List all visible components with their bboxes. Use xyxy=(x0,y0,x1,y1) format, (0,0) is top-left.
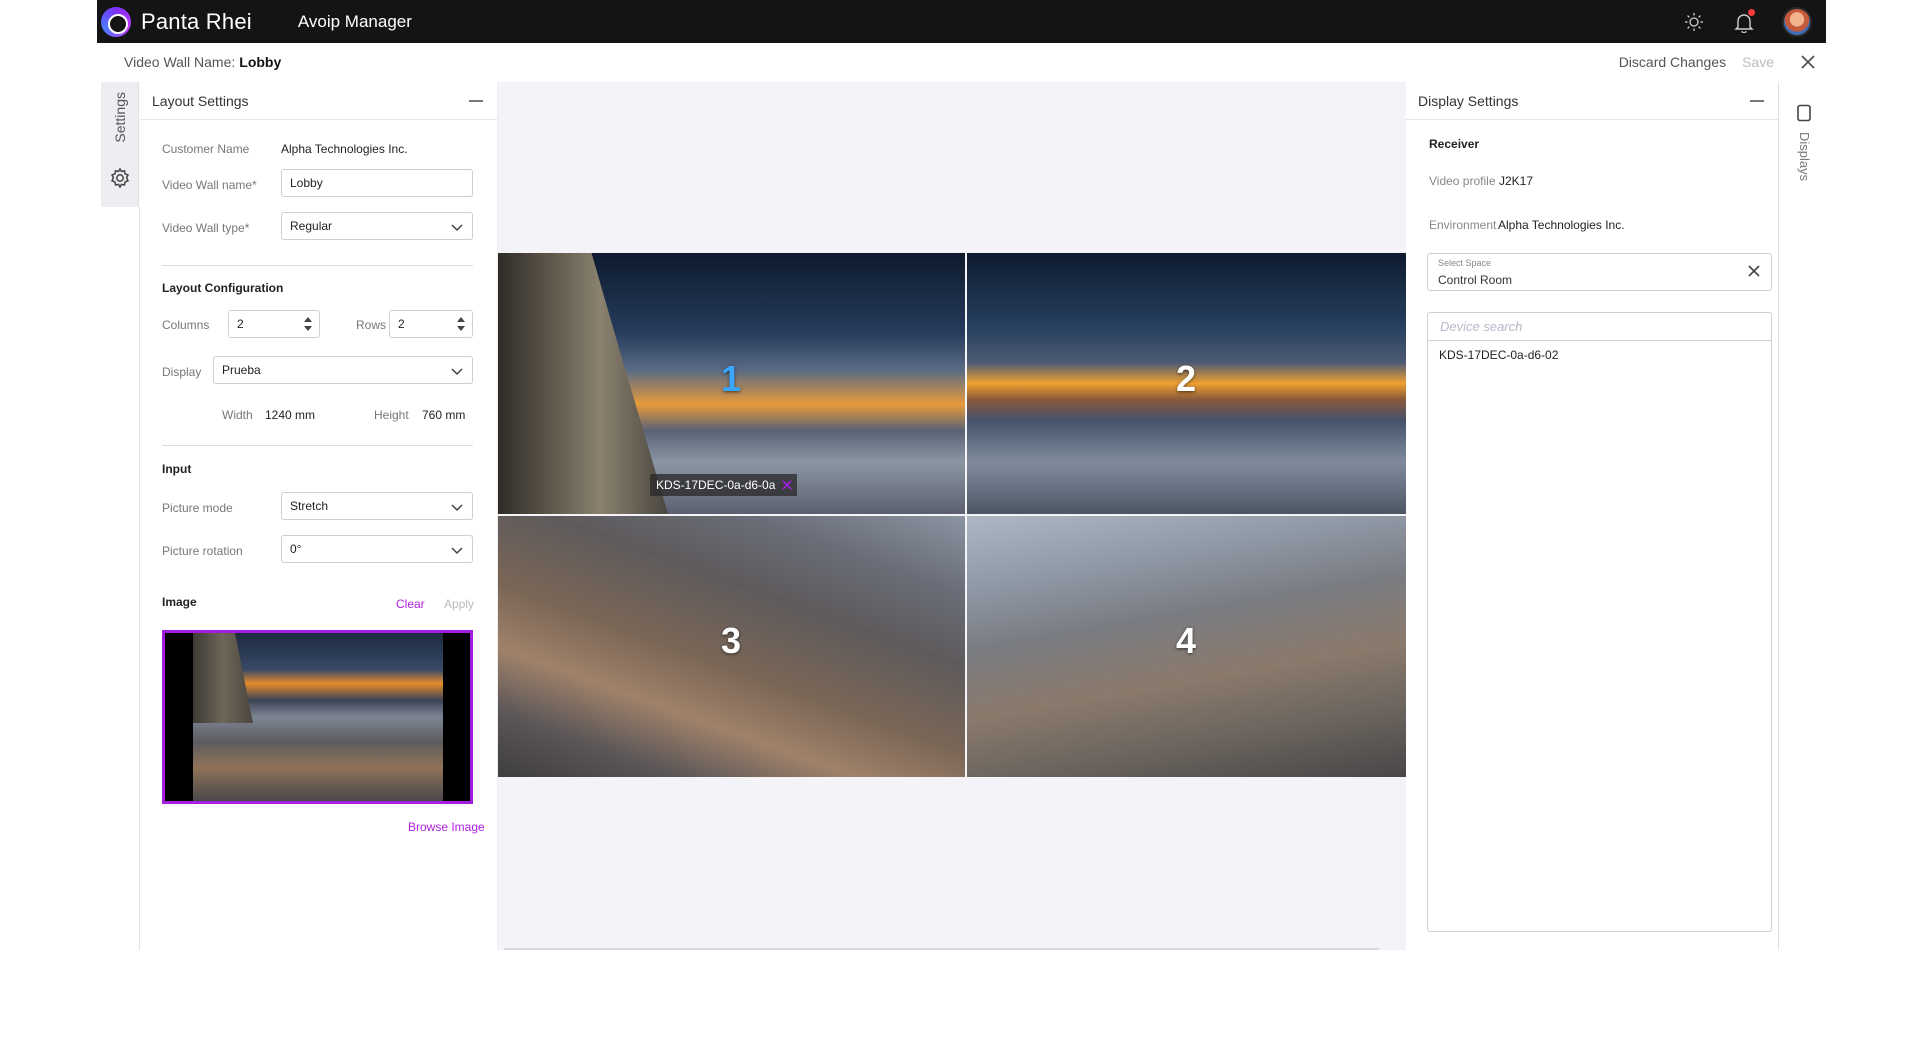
layout-settings-title: Layout Settings xyxy=(152,92,249,109)
select-space-value: Control Room xyxy=(1438,273,1513,287)
settings-tab[interactable]: Settings xyxy=(101,82,139,207)
height-value: 760 mm xyxy=(422,408,466,422)
video-wall-type-value: Regular xyxy=(290,219,333,233)
tile-number-1: 1 xyxy=(721,358,742,399)
chevron-down-icon xyxy=(451,501,463,515)
layout-settings-panel: Layout Settings Customer Name Alpha Tech… xyxy=(140,82,498,950)
divider xyxy=(162,265,473,266)
video-wall-name-input[interactable]: Lobby xyxy=(281,169,473,197)
cliff-shape xyxy=(498,253,668,514)
video-wall-grid: 1 KDS-17DEC-0a-d6-0a 2 3 4 xyxy=(498,253,1406,777)
display-select[interactable]: Prueba xyxy=(213,356,473,384)
chevron-down-icon xyxy=(451,365,463,379)
bell-icon[interactable] xyxy=(1732,8,1756,34)
display-label: Display xyxy=(162,365,202,379)
chevron-down-icon xyxy=(451,544,463,558)
display-settings-header: Display Settings xyxy=(1406,82,1778,120)
tile-number-2: 2 xyxy=(1176,358,1197,399)
displays-tab[interactable]: Displays xyxy=(1780,82,1826,192)
height-label: Height xyxy=(374,408,409,422)
tile-number-4: 4 xyxy=(1176,620,1197,661)
apply-image-button[interactable]: Apply xyxy=(444,597,474,611)
displays-tab-label: Displays xyxy=(1797,132,1812,182)
app-name: Avoip Manager xyxy=(297,11,412,31)
display-value: Prueba xyxy=(222,363,261,377)
video-wall-type-select[interactable]: Regular xyxy=(281,212,473,240)
panta-rhei-logo xyxy=(101,6,131,37)
device-list-box: Device search KDS-17DEC-0a-d6-02 xyxy=(1427,312,1772,932)
clear-image-button[interactable]: Clear xyxy=(396,597,425,611)
environment-label: Environment xyxy=(1429,218,1497,232)
canvas-scrollbar[interactable] xyxy=(504,948,1379,950)
select-space-label: Select Space xyxy=(1438,258,1492,268)
video-profile-value: J2K17 xyxy=(1499,174,1534,188)
rows-label: Rows xyxy=(356,318,387,332)
width-value: 1240 mm xyxy=(265,408,316,422)
video-wall-name-label: Video Wall Name: xyxy=(124,54,236,70)
video-wall-canvas: 1 KDS-17DEC-0a-d6-0a 2 3 4 xyxy=(498,82,1406,950)
divider xyxy=(162,445,473,446)
picture-mode-label: Picture mode xyxy=(162,501,233,515)
brand-name: Panta Rhei xyxy=(141,8,252,34)
settings-tab-label: Settings xyxy=(112,92,128,143)
customer-name-value: Alpha Technologies Inc. xyxy=(281,142,408,156)
device-search-placeholder: Device search xyxy=(1440,319,1523,334)
sun-icon[interactable] xyxy=(1682,10,1706,34)
image-preview xyxy=(162,630,473,804)
customer-name-label: Customer Name xyxy=(162,142,250,156)
video-wall-name-label: Video Wall name* xyxy=(162,178,257,192)
tile-number-3: 3 xyxy=(721,620,742,661)
environment-value: Alpha Technologies Inc. xyxy=(1498,218,1625,232)
receiver-heading: Receiver xyxy=(1429,137,1480,151)
picture-mode-select[interactable]: Stretch xyxy=(281,492,473,520)
top-bar: Panta Rhei Avoip Manager xyxy=(97,0,1826,43)
picture-rotation-label: Picture rotation xyxy=(162,544,243,558)
display-tile-3[interactable]: 3 xyxy=(498,516,965,777)
remove-device-icon[interactable] xyxy=(781,479,793,491)
avatar[interactable] xyxy=(1782,6,1812,37)
gear-icon xyxy=(109,167,131,194)
rows-stepper[interactable]: 2 xyxy=(389,310,473,338)
notification-dot xyxy=(1748,8,1755,16)
rows-value: 2 xyxy=(398,317,405,331)
picture-rotation-select[interactable]: 0° xyxy=(281,535,473,563)
stepper-arrows-icon[interactable] xyxy=(303,315,313,333)
video-profile-label: Video profile xyxy=(1429,174,1496,188)
display-tile-4[interactable]: 4 xyxy=(967,516,1406,777)
display-tile-2[interactable]: 2 xyxy=(967,253,1406,514)
close-icon[interactable] xyxy=(1800,54,1816,70)
chevron-down-icon xyxy=(451,221,463,235)
picture-rotation-value: 0° xyxy=(290,542,302,556)
display-settings-panel: Display Settings Receiver Video profile … xyxy=(1406,82,1779,950)
video-wall-type-label: Video Wall type* xyxy=(162,221,250,235)
collapse-button[interactable] xyxy=(1750,94,1764,108)
picture-mode-value: Stretch xyxy=(290,499,329,513)
width-label: Width xyxy=(222,408,253,422)
columns-value: 2 xyxy=(237,317,244,331)
display-icon xyxy=(1796,104,1812,127)
device-chip-label: KDS-17DEC-0a-d6-0a xyxy=(656,478,776,492)
device-search-input[interactable]: Device search xyxy=(1428,313,1771,341)
stepper-arrows-icon[interactable] xyxy=(456,315,466,333)
image-heading: Image xyxy=(162,595,197,609)
layout-configuration-heading: Layout Configuration xyxy=(162,281,284,295)
assigned-device-chip[interactable]: KDS-17DEC-0a-d6-0a xyxy=(650,474,798,496)
display-settings-title: Display Settings xyxy=(1418,92,1519,109)
discard-changes-button[interactable]: Discard Changes xyxy=(1619,54,1726,70)
layout-settings-header: Layout Settings xyxy=(140,82,497,120)
columns-label: Columns xyxy=(162,318,210,332)
columns-stepper[interactable]: 2 xyxy=(228,310,320,338)
app-window: Panta Rhei Avoip Manager Video Wall Name… xyxy=(97,0,1826,950)
video-wall-name-value: Lobby xyxy=(239,54,282,70)
select-space-field[interactable]: Select Space Control Room xyxy=(1427,253,1772,291)
save-button[interactable]: Save xyxy=(1742,54,1774,70)
display-tile-1[interactable]: 1 KDS-17DEC-0a-d6-0a xyxy=(498,253,965,514)
collapse-button[interactable] xyxy=(469,94,483,108)
sub-header: Video Wall Name: Lobby Discard Changes S… xyxy=(97,43,1826,81)
device-list-item[interactable]: KDS-17DEC-0a-d6-02 xyxy=(1428,341,1771,362)
video-wall-name-input-value: Lobby xyxy=(290,176,323,190)
clear-space-icon[interactable] xyxy=(1747,264,1761,283)
input-heading: Input xyxy=(162,462,192,476)
browse-image-link[interactable]: Browse Image xyxy=(408,820,485,834)
